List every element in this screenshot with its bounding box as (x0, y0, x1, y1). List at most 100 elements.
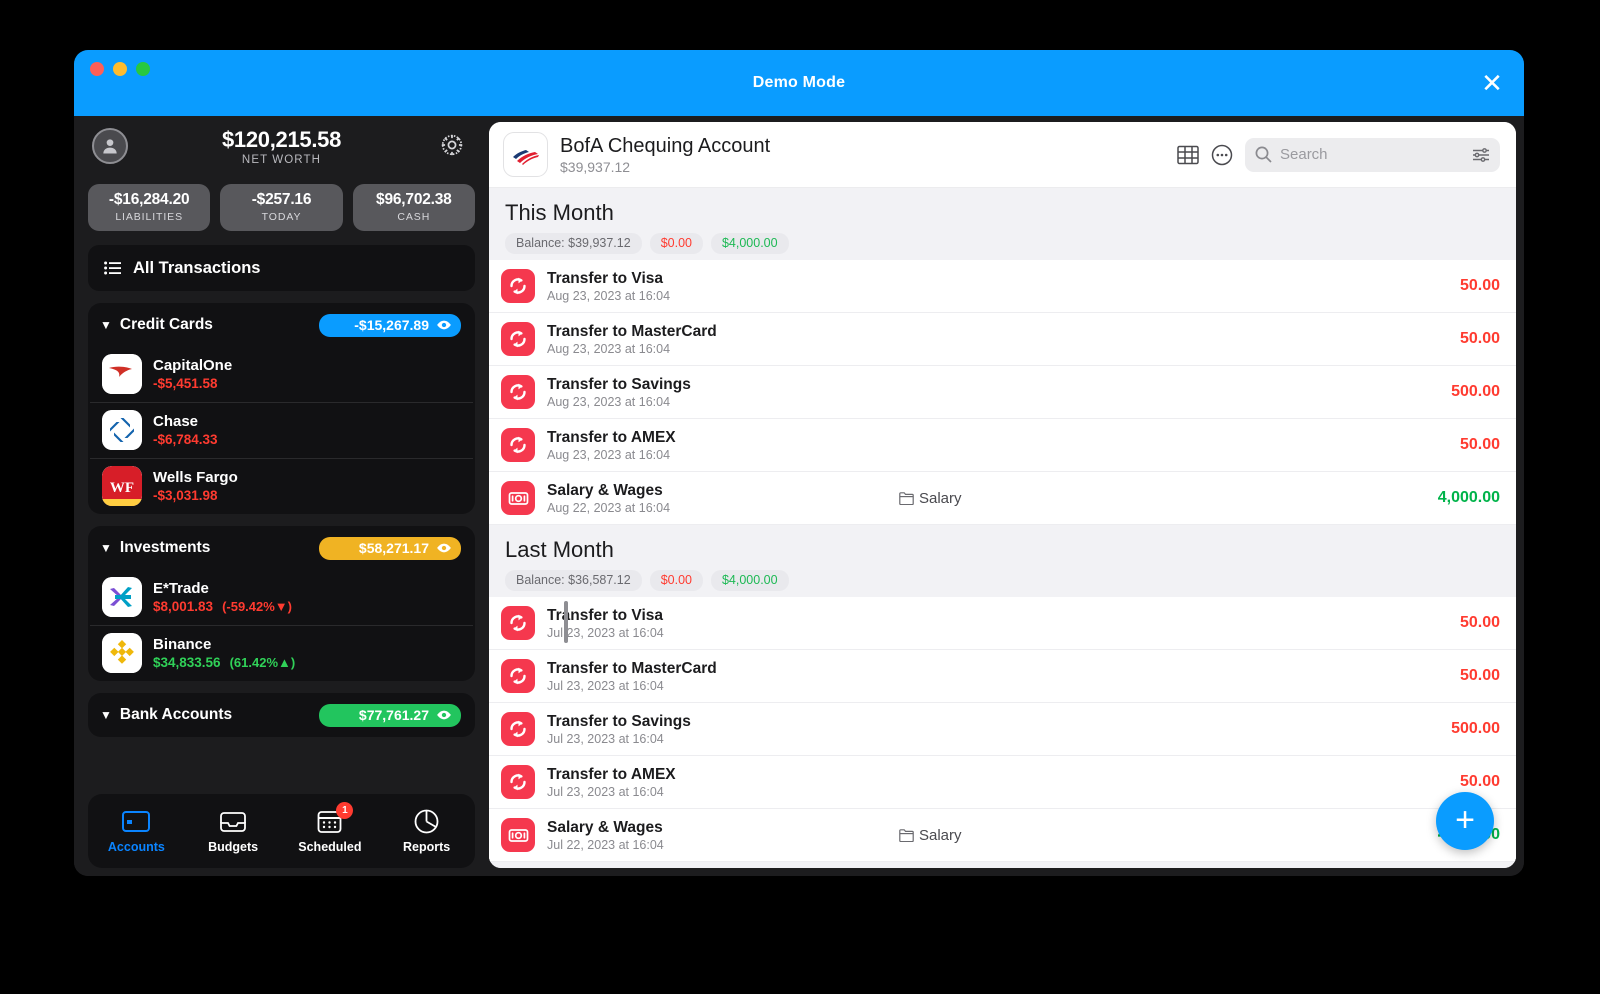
transaction-name: Transfer to AMEX (547, 765, 676, 783)
income-pill: $4,000.00 (710, 233, 789, 254)
account-row-capitalone[interactable]: CapitalOne -$5,451.58 (90, 347, 473, 402)
sidebar-item-all-transactions[interactable]: All Transactions (88, 245, 475, 291)
account-sub: -$3,031.98 (153, 488, 238, 503)
transaction-name: Salary & Wages (547, 481, 663, 499)
table-icon[interactable] (1177, 144, 1199, 166)
list-scrollbar[interactable] (564, 601, 568, 643)
account-text: CapitalOne -$5,451.58 (153, 357, 232, 391)
tab-label: Accounts (107, 839, 165, 854)
table-row[interactable]: Transfer to Savings Aug 23, 2023 at 16:0… (489, 366, 1516, 419)
account-name: Chase (153, 413, 199, 430)
table-row[interactable]: Transfer to MasterCard Aug 23, 2023 at 1… (489, 313, 1516, 366)
chevron-down-icon[interactable]: ▼ (100, 542, 112, 554)
section-title: Last Month (505, 537, 614, 562)
transaction-date: Jul 23, 2023 at 16:04 (547, 784, 664, 799)
tab-badge: 1 (336, 801, 354, 819)
table-row[interactable]: Transfer to AMEX Jul 23, 2023 at 16:04 5… (489, 756, 1516, 809)
chevron-down-icon[interactable]: ▼ (100, 319, 112, 331)
account-row-binance[interactable]: Binance $34,833.56 (61.42%▲) (90, 625, 473, 681)
category-label: Salary (919, 826, 962, 844)
more-circle-icon[interactable] (1211, 144, 1233, 166)
group-header[interactable]: ▼ Credit Cards -$15,267.89 (90, 303, 473, 347)
account-row-chase[interactable]: Chase -$6,784.33 (90, 402, 473, 458)
net-worth-header: $120,215.58 NET WORTH (88, 116, 475, 176)
stat-liabilities[interactable]: -$16,284.20 LIABILITIES (88, 184, 211, 231)
account-row-wells-fargo[interactable]: WF Wells Fargo -$3,031.98 (90, 458, 473, 514)
transaction-main: Transfer to MasterCard Aug 23, 2023 at 1… (547, 323, 887, 356)
tab-label: Scheduled (298, 839, 362, 854)
group-total-badge[interactable]: $58,271.17 (319, 536, 461, 560)
account-balance: -$5,451.58 (153, 376, 218, 391)
gear-icon[interactable] (435, 128, 469, 162)
money-icon (501, 481, 535, 515)
folder-icon (899, 491, 914, 505)
table-row[interactable]: Salary & Wages Aug 22, 2023 at 16:04 Sal… (489, 472, 1516, 525)
table-row[interactable]: Transfer to AMEX Aug 23, 2023 at 16:04 5… (489, 419, 1516, 472)
section-header: Last Month Balance: $36,587.12 $0.00 $4,… (489, 525, 1516, 591)
table-row[interactable]: Salary & Wages Jul 22, 2023 at 16:04 Sal… (489, 809, 1516, 862)
group-total: -$15,267.89 (354, 316, 429, 333)
eye-icon[interactable] (436, 319, 452, 331)
net-worth-label: NET WORTH (241, 153, 322, 166)
transaction-name: Salary & Wages (547, 818, 663, 836)
transaction-date: Jul 23, 2023 at 16:04 (547, 625, 664, 640)
transaction-main: Transfer to AMEX Jul 23, 2023 at 16:04 (547, 766, 887, 799)
person-icon[interactable] (92, 128, 128, 164)
account-text: E*Trade $8,001.83 (-59.42%▼) (153, 580, 292, 614)
category-label: Salary (919, 489, 962, 507)
transaction-amount: 50.00 (1459, 436, 1500, 453)
filter-sliders-icon[interactable] (1472, 147, 1490, 163)
close-icon[interactable]: ✕ (1478, 70, 1506, 96)
transaction-category: Salary (899, 827, 1378, 844)
minimize-window-button[interactable] (113, 62, 127, 76)
account-sub: $34,833.56 (61.42%▲) (153, 655, 295, 670)
stat-label: LIABILITIES (115, 211, 183, 223)
page-title: BofA Chequing Account (560, 134, 771, 157)
plus-icon: + (1455, 800, 1475, 839)
calendar-icon: 1 (317, 801, 354, 835)
transaction-name: Transfer to MasterCard (547, 659, 717, 677)
transactions-scroll-area[interactable]: This Month Balance: $39,937.12 $0.00 $4,… (489, 188, 1516, 868)
account-name: CapitalOne (153, 357, 233, 374)
tab-budgets[interactable]: Budgets (185, 809, 282, 854)
transaction-list: Transfer to Visa Aug 23, 2023 at 16:04 5… (489, 260, 1516, 525)
group-total-badge[interactable]: -$15,267.89 (319, 313, 461, 337)
stat-today[interactable]: -$257.16 TODAY (220, 184, 343, 231)
window-title: Demo Mode (752, 74, 846, 91)
add-transaction-button[interactable]: + (1436, 792, 1494, 850)
balance-pill: Balance: $39,937.12 (505, 233, 642, 254)
sidebar: $120,215.58 NET WORTH -$16,284.20 LIABIL… (74, 116, 489, 876)
tab-scheduled[interactable]: 1 Scheduled (282, 801, 379, 854)
eye-icon[interactable] (436, 709, 452, 721)
transaction-name: Transfer to Savings (547, 375, 691, 393)
net-worth-block: $120,215.58 NET WORTH (222, 127, 341, 166)
window-titlebar: Demo Mode ✕ (74, 50, 1524, 116)
eye-icon[interactable] (436, 542, 452, 554)
stat-cash[interactable]: $96,702.38 CASH (352, 184, 475, 231)
bottom-tabbar: Accounts Budgets 1 Scheduled Reports (88, 794, 475, 868)
account-balance: $39,937.12 (560, 158, 631, 175)
group-header[interactable]: ▼ Bank Accounts $77,761.27 (90, 693, 473, 737)
expense-pill: $0.00 (649, 233, 703, 254)
transaction-main: Transfer to Visa Jul 23, 2023 at 16:04 (547, 607, 887, 640)
table-row[interactable]: Transfer to Visa Aug 23, 2023 at 16:04 5… (489, 260, 1516, 313)
group-total-badge[interactable]: $77,761.27 (319, 703, 461, 727)
table-row[interactable]: Transfer to Visa Jul 23, 2023 at 16:04 5… (489, 597, 1516, 650)
stats-row: -$16,284.20 LIABILITIES -$257.16 TODAY $… (88, 184, 475, 231)
account-row-etrade[interactable]: E*Trade $8,001.83 (-59.42%▼) (90, 570, 473, 625)
tab-reports[interactable]: Reports (378, 809, 475, 854)
table-row[interactable]: Transfer to MasterCard Jul 23, 2023 at 1… (489, 650, 1516, 703)
search-input[interactable]: Search (1245, 137, 1500, 172)
group-header[interactable]: ▼ Investments $58,271.17 (90, 526, 473, 570)
chevron-down-icon[interactable]: ▼ (100, 709, 112, 721)
transaction-date: Aug 23, 2023 at 16:04 (547, 447, 671, 462)
transaction-name: Transfer to Visa (547, 269, 664, 287)
tab-accounts[interactable]: Accounts (88, 809, 185, 854)
maximize-window-button[interactable] (136, 62, 150, 76)
transaction-amount: 4,000.00 (1437, 489, 1500, 506)
account-change: (-59.42%▼) (222, 599, 293, 614)
income-pill: $4,000.00 (710, 570, 789, 591)
table-row[interactable]: Transfer to Savings Jul 23, 2023 at 16:0… (489, 703, 1516, 756)
close-window-button[interactable] (90, 62, 104, 76)
money-icon (501, 818, 535, 852)
